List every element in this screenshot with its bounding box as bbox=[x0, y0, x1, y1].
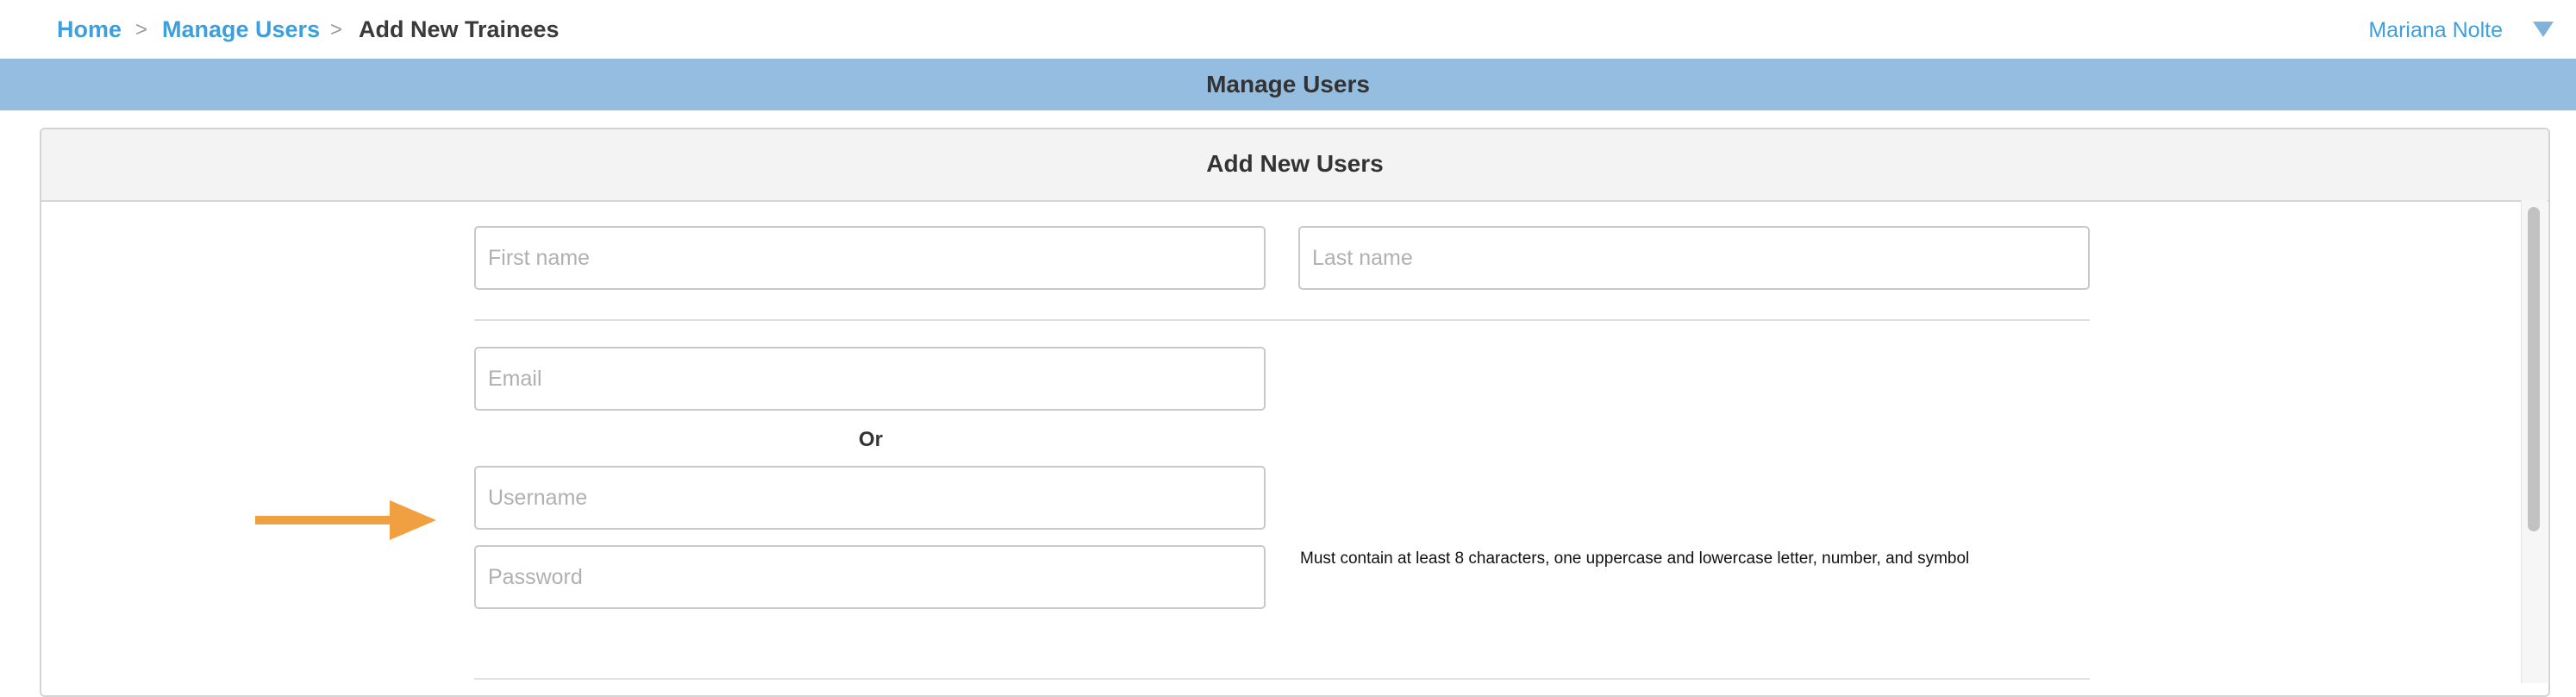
first-name-field[interactable] bbox=[474, 226, 1266, 290]
next-section-border bbox=[474, 678, 2090, 680]
last-name-field[interactable] bbox=[1298, 226, 2090, 290]
form-divider bbox=[474, 319, 2090, 321]
panel-title: Add New Users bbox=[1206, 150, 1384, 177]
breadcrumb-separator: > bbox=[330, 18, 343, 41]
username-field[interactable] bbox=[474, 466, 1266, 530]
email-field[interactable] bbox=[474, 347, 1266, 411]
top-bar: Home > Manage Users > Add New Trainees M… bbox=[0, 0, 2576, 59]
user-menu-name[interactable]: Mariana Nolte bbox=[2368, 16, 2503, 44]
breadcrumb-home[interactable]: Home bbox=[57, 16, 122, 43]
arrow-right-icon bbox=[255, 500, 436, 540]
breadcrumb-manage-users[interactable]: Manage Users bbox=[162, 16, 320, 43]
breadcrumb-separator: > bbox=[135, 18, 148, 41]
password-hint: Must contain at least 8 characters, one … bbox=[1300, 549, 1970, 568]
add-users-panel: Add New Users bbox=[40, 128, 2550, 697]
scrollbar-thumb[interactable] bbox=[2528, 207, 2540, 531]
panel-header: Add New Users bbox=[41, 129, 2548, 202]
caret-down-icon[interactable] bbox=[2533, 22, 2554, 37]
page-title: Manage Users bbox=[1206, 71, 1370, 97]
breadcrumb-current: Add New Trainees bbox=[359, 16, 560, 42]
or-label: Or bbox=[859, 428, 884, 451]
password-field[interactable] bbox=[474, 545, 1266, 609]
section-header: Manage Users bbox=[0, 59, 2576, 110]
